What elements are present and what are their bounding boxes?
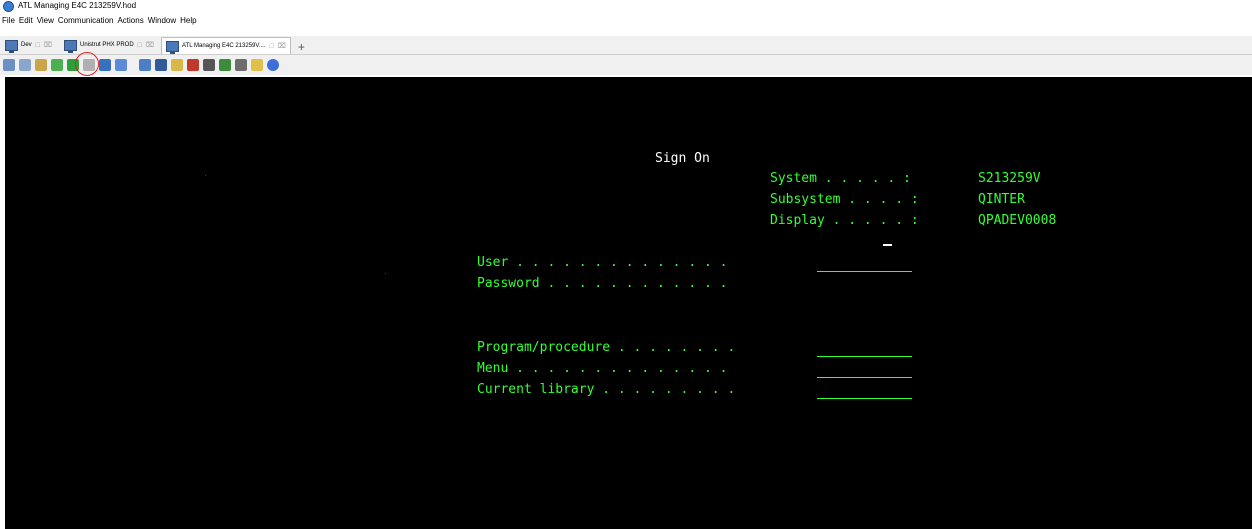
user-input-field[interactable] — [817, 271, 912, 272]
tab-unistrut-phx-prod[interactable]: Unistrut PHX PROD □ ⌧ — [59, 36, 159, 54]
display-label: Display . . . . . : — [770, 213, 919, 228]
keypad-icon[interactable] — [139, 59, 151, 71]
menu-view[interactable]: View — [35, 12, 56, 30]
annotation-circle — [75, 52, 99, 76]
system-value: S213259V — [978, 171, 1041, 186]
monitor-icon — [63, 39, 77, 53]
tab-close-button[interactable]: ⌧ — [44, 41, 52, 49]
menu-communication[interactable]: Communication — [56, 12, 116, 30]
send-file-icon[interactable] — [51, 59, 63, 71]
tab-label: Unistrut PHX PROD — [79, 42, 134, 48]
signon-heading: Sign On — [655, 151, 710, 166]
tab-close-button[interactable]: ⌧ — [278, 42, 286, 50]
system-label: System . . . . . : — [770, 171, 911, 186]
library-input-field[interactable] — [817, 398, 912, 399]
display-icon[interactable] — [155, 59, 167, 71]
record-icon[interactable] — [115, 59, 127, 71]
library-label: Current library . . . . . . . . . — [477, 382, 736, 397]
help-icon[interactable] — [267, 59, 279, 71]
tab-restore-button[interactable]: □ — [138, 42, 142, 49]
menu-actions[interactable]: Actions — [115, 12, 145, 30]
toolbar — [0, 55, 1252, 75]
session-tab-bar: Dev □ ⌧ Unistrut PHX PROD □ ⌧ ATL Managi… — [0, 36, 1252, 55]
artifact-dot — [385, 273, 386, 274]
paste-icon[interactable] — [19, 59, 31, 71]
menu-input-field[interactable] — [817, 377, 912, 378]
title-bar: ATL Managing E4C 213259V.hod — [0, 0, 1252, 12]
menu-help[interactable]: Help — [178, 12, 198, 30]
monitor-icon — [165, 40, 179, 54]
print-icon[interactable] — [35, 59, 47, 71]
program-input-field[interactable] — [817, 356, 912, 357]
subsystem-label: Subsystem . . . . : — [770, 192, 919, 207]
upload-icon[interactable] — [187, 59, 199, 71]
tab-label: Dev — [21, 42, 32, 48]
menu-file[interactable]: File — [0, 12, 17, 30]
settings-icon[interactable] — [171, 59, 183, 71]
macro-icon[interactable] — [99, 59, 111, 71]
subsystem-value: QINTER — [978, 192, 1025, 207]
download-icon[interactable] — [219, 59, 231, 71]
chart-icon[interactable] — [235, 59, 247, 71]
password-input-field[interactable] — [817, 292, 912, 293]
menu-label: Menu . . . . . . . . . . . . . . — [477, 361, 728, 376]
user-label: User . . . . . . . . . . . . . . — [477, 255, 728, 270]
artifact-dot — [205, 175, 206, 176]
tab-restore-button[interactable]: □ — [36, 42, 40, 49]
menu-window[interactable]: Window — [146, 12, 178, 30]
menu-edit[interactable]: Edit — [17, 12, 35, 30]
menu-bar: File Edit View Communication Actions Win… — [0, 12, 1252, 30]
program-label: Program/procedure . . . . . . . . — [477, 340, 736, 355]
document-icon[interactable] — [251, 59, 263, 71]
display-value: QPADEV0008 — [978, 213, 1057, 228]
tab-restore-button[interactable]: □ — [270, 43, 274, 50]
window-title: ATL Managing E4C 213259V.hod — [18, 1, 137, 10]
monitor-icon — [5, 39, 18, 53]
password-label: Password . . . . . . . . . . . . — [477, 276, 728, 291]
app-globe-icon — [3, 0, 14, 12]
terminal-screen[interactable]: Sign On System . . . . . : S213259V Subs… — [5, 77, 1252, 529]
copy-icon[interactable] — [3, 59, 15, 71]
cursor — [883, 244, 892, 246]
tab-label: ATL Managing E4C 213259V.... — [181, 43, 266, 49]
tab-close-button[interactable]: ⌧ — [146, 41, 154, 49]
tab-dev[interactable]: Dev □ ⌧ — [0, 36, 57, 54]
stack-icon[interactable] — [203, 59, 215, 71]
tab-atl-managing[interactable]: ATL Managing E4C 213259V.... □ ⌧ — [160, 37, 291, 54]
new-tab-button[interactable]: + — [293, 40, 310, 54]
